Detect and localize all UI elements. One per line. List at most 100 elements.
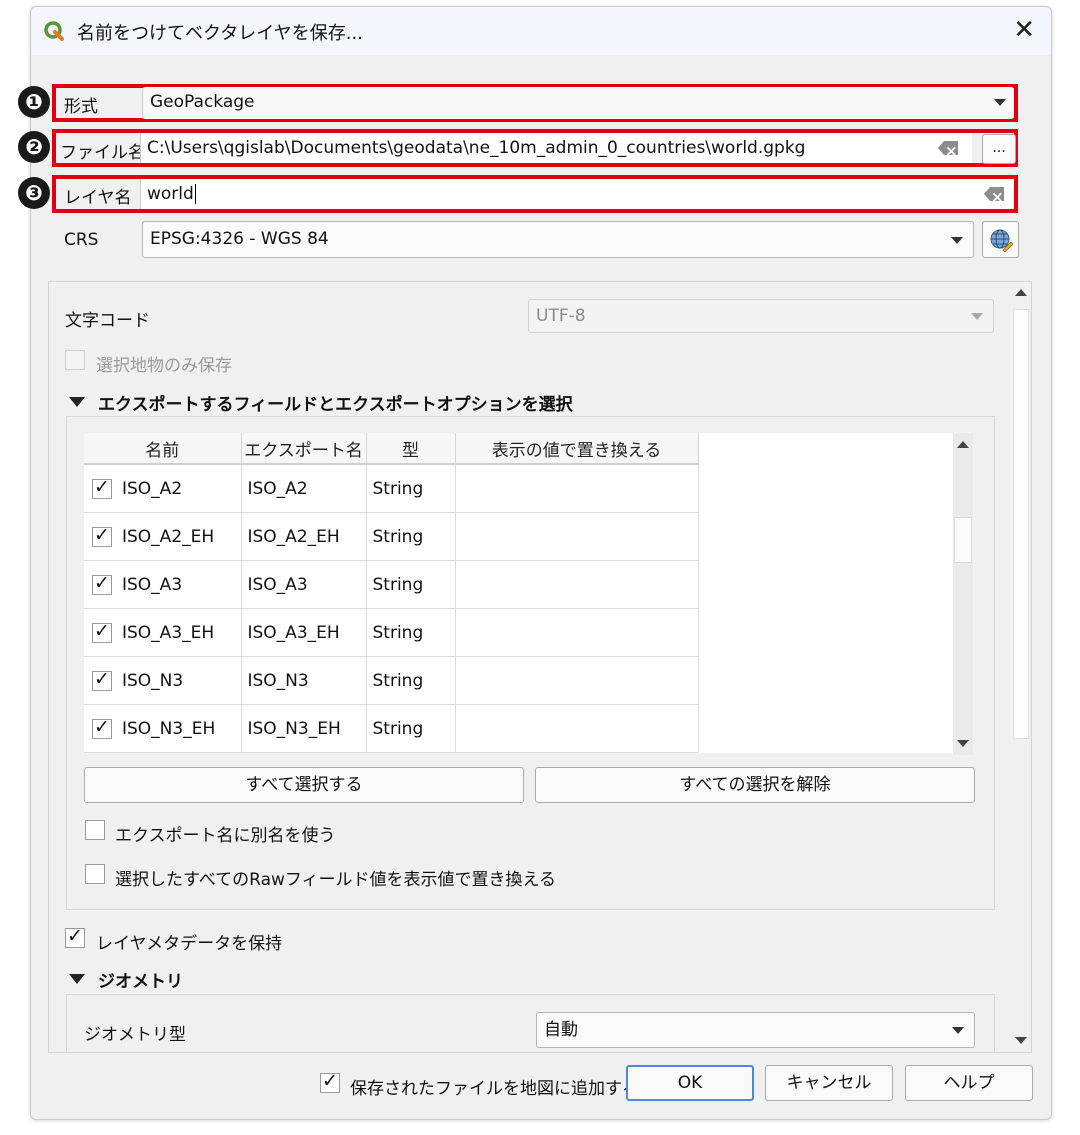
- browse-button[interactable]: ...: [982, 134, 1016, 164]
- field-checkbox[interactable]: [92, 716, 112, 739]
- empty-cell: [698, 657, 958, 705]
- title-bar: 名前をつけてベクタレイヤを保存... ✕: [31, 7, 1051, 55]
- table-row[interactable]: ISO_A2_EH ISO_A2_EH String: [84, 512, 958, 561]
- fields-section-title[interactable]: エクスポートするフィールドとエクスポートオプションを選択: [98, 390, 573, 415]
- format-label: 形式: [64, 97, 98, 117]
- column-header-type[interactable]: 型: [366, 433, 456, 465]
- column-header-name[interactable]: 名前: [84, 433, 242, 465]
- scroll-down-icon[interactable]: [1015, 1037, 1027, 1044]
- table-row[interactable]: ISO_A2 ISO_A2 String: [84, 464, 958, 513]
- crs-label: CRS: [64, 230, 99, 250]
- field-checkbox[interactable]: [92, 668, 112, 691]
- field-type: String: [366, 560, 456, 609]
- filename-value: C:\Users\qgislab\Documents\geodata\ne_10…: [147, 138, 806, 158]
- clear-icon[interactable]: [938, 141, 958, 155]
- column-header-empty: [698, 433, 958, 464]
- field-type: String: [366, 512, 456, 561]
- globe-icon: [990, 229, 1013, 252]
- ok-button[interactable]: OK: [626, 1065, 754, 1101]
- format-select[interactable]: GeoPackage: [142, 87, 1014, 119]
- number-badge-3: ❸: [18, 177, 50, 209]
- field-name: ISO_N3_EH: [122, 718, 216, 739]
- field-export-name[interactable]: ISO_N3_EH: [241, 704, 367, 753]
- replace-raw-checkbox[interactable]: [85, 864, 105, 884]
- column-header-replace[interactable]: 表示の値で置き換える: [455, 433, 699, 465]
- field-replace-cell[interactable]: [455, 464, 699, 513]
- field-checkbox[interactable]: [92, 620, 112, 643]
- field-export-name[interactable]: ISO_N3: [241, 656, 367, 705]
- scroll-up-icon[interactable]: [957, 441, 969, 448]
- table-row[interactable]: ISO_A3_EH ISO_A3_EH String: [84, 608, 958, 657]
- selected-only-checkbox[interactable]: [65, 350, 85, 370]
- field-export-name[interactable]: ISO_A3_EH: [241, 608, 367, 657]
- encoding-select[interactable]: UTF-8: [528, 299, 994, 333]
- clear-icon[interactable]: [984, 187, 1004, 201]
- replace-raw-label: 選択したすべてのRawフィールド値を表示値で置き換える: [115, 870, 557, 890]
- panel-scrollbar[interactable]: [1012, 283, 1030, 1051]
- table-row[interactable]: ISO_N3_EH ISO_N3_EH String: [84, 704, 958, 753]
- empty-cell: [698, 705, 958, 753]
- field-replace-cell[interactable]: [455, 560, 699, 609]
- format-value: GeoPackage: [150, 92, 255, 112]
- field-checkbox[interactable]: [92, 476, 112, 499]
- geometry-type-label: ジオメトリ型: [84, 1025, 186, 1045]
- fields-table: 名前 エクスポート名 型 表示の値で置き換える ISO_A2 ISO_A2 St…: [84, 433, 958, 753]
- filename-input[interactable]: C:\Users\qgislab\Documents\geodata\ne_10…: [140, 133, 972, 163]
- crs-value: EPSG:4326 - WGS 84: [150, 229, 329, 249]
- collapse-triangle-icon[interactable]: [69, 974, 85, 984]
- field-export-name[interactable]: ISO_A2_EH: [241, 512, 367, 561]
- crs-select[interactable]: EPSG:4326 - WGS 84: [142, 221, 974, 258]
- number-badge-1: ❶: [18, 86, 50, 118]
- field-replace-cell[interactable]: [455, 704, 699, 753]
- help-button[interactable]: ヘルプ: [905, 1065, 1033, 1101]
- chevron-down-icon: [951, 237, 963, 244]
- geometry-section-title[interactable]: ジオメトリ: [98, 967, 183, 992]
- keep-metadata-label: レイヤメタデータを保持: [96, 934, 283, 954]
- layername-input[interactable]: world: [140, 179, 1014, 209]
- encoding-value: UTF-8: [536, 306, 586, 326]
- field-replace-cell[interactable]: [455, 512, 699, 561]
- field-name: ISO_A3_EH: [122, 622, 215, 643]
- keep-metadata-checkbox[interactable]: [65, 925, 85, 948]
- field-name: ISO_N3: [122, 670, 184, 691]
- select-all-button[interactable]: すべて選択する: [84, 767, 524, 803]
- field-checkbox[interactable]: [92, 524, 112, 547]
- geometry-type-select[interactable]: 自動: [536, 1012, 975, 1048]
- table-row[interactable]: ISO_A3 ISO_A3 String: [84, 560, 958, 609]
- chevron-down-icon: [952, 1027, 964, 1034]
- scroll-down-icon[interactable]: [957, 740, 969, 747]
- selected-only-label: 選択地物のみ保存: [96, 356, 232, 376]
- field-export-name[interactable]: ISO_A2: [241, 464, 367, 513]
- field-name: ISO_A2: [122, 478, 183, 499]
- scrollbar-thumb[interactable]: [1013, 309, 1029, 739]
- field-replace-cell[interactable]: [455, 608, 699, 657]
- table-row[interactable]: ISO_N3 ISO_N3 String: [84, 656, 958, 705]
- cancel-button[interactable]: キャンセル: [765, 1065, 893, 1101]
- empty-cell: [698, 609, 958, 657]
- field-type: String: [366, 464, 456, 513]
- field-export-name[interactable]: ISO_A3: [241, 560, 367, 609]
- deselect-all-button[interactable]: すべての選択を解除: [535, 767, 975, 803]
- add-to-map-checkbox[interactable]: [320, 1070, 340, 1093]
- field-name: ISO_A3: [122, 574, 183, 595]
- scrollbar-thumb[interactable]: [954, 517, 972, 563]
- use-alias-checkbox[interactable]: [85, 820, 105, 840]
- field-type: String: [366, 608, 456, 657]
- field-replace-cell[interactable]: [455, 656, 699, 705]
- scroll-up-icon[interactable]: [1015, 289, 1027, 296]
- column-header-export-name[interactable]: エクスポート名: [241, 433, 367, 465]
- field-checkbox[interactable]: [92, 572, 112, 595]
- filename-label: ファイル名: [60, 143, 145, 163]
- chevron-down-icon: [971, 313, 983, 320]
- table-scrollbar[interactable]: [953, 433, 973, 755]
- field-type: String: [366, 704, 456, 753]
- crs-selector-button[interactable]: [982, 221, 1019, 258]
- layername-value: world: [147, 184, 194, 204]
- window-title: 名前をつけてベクタレイヤを保存...: [77, 23, 363, 44]
- empty-cell: [698, 561, 958, 609]
- add-to-map-label: 保存されたファイルを地図に追加する: [350, 1079, 639, 1099]
- layername-label: レイヤ名: [64, 188, 132, 208]
- close-icon[interactable]: ✕: [1013, 15, 1035, 45]
- collapse-triangle-icon[interactable]: [69, 397, 85, 407]
- empty-cell: [698, 464, 958, 513]
